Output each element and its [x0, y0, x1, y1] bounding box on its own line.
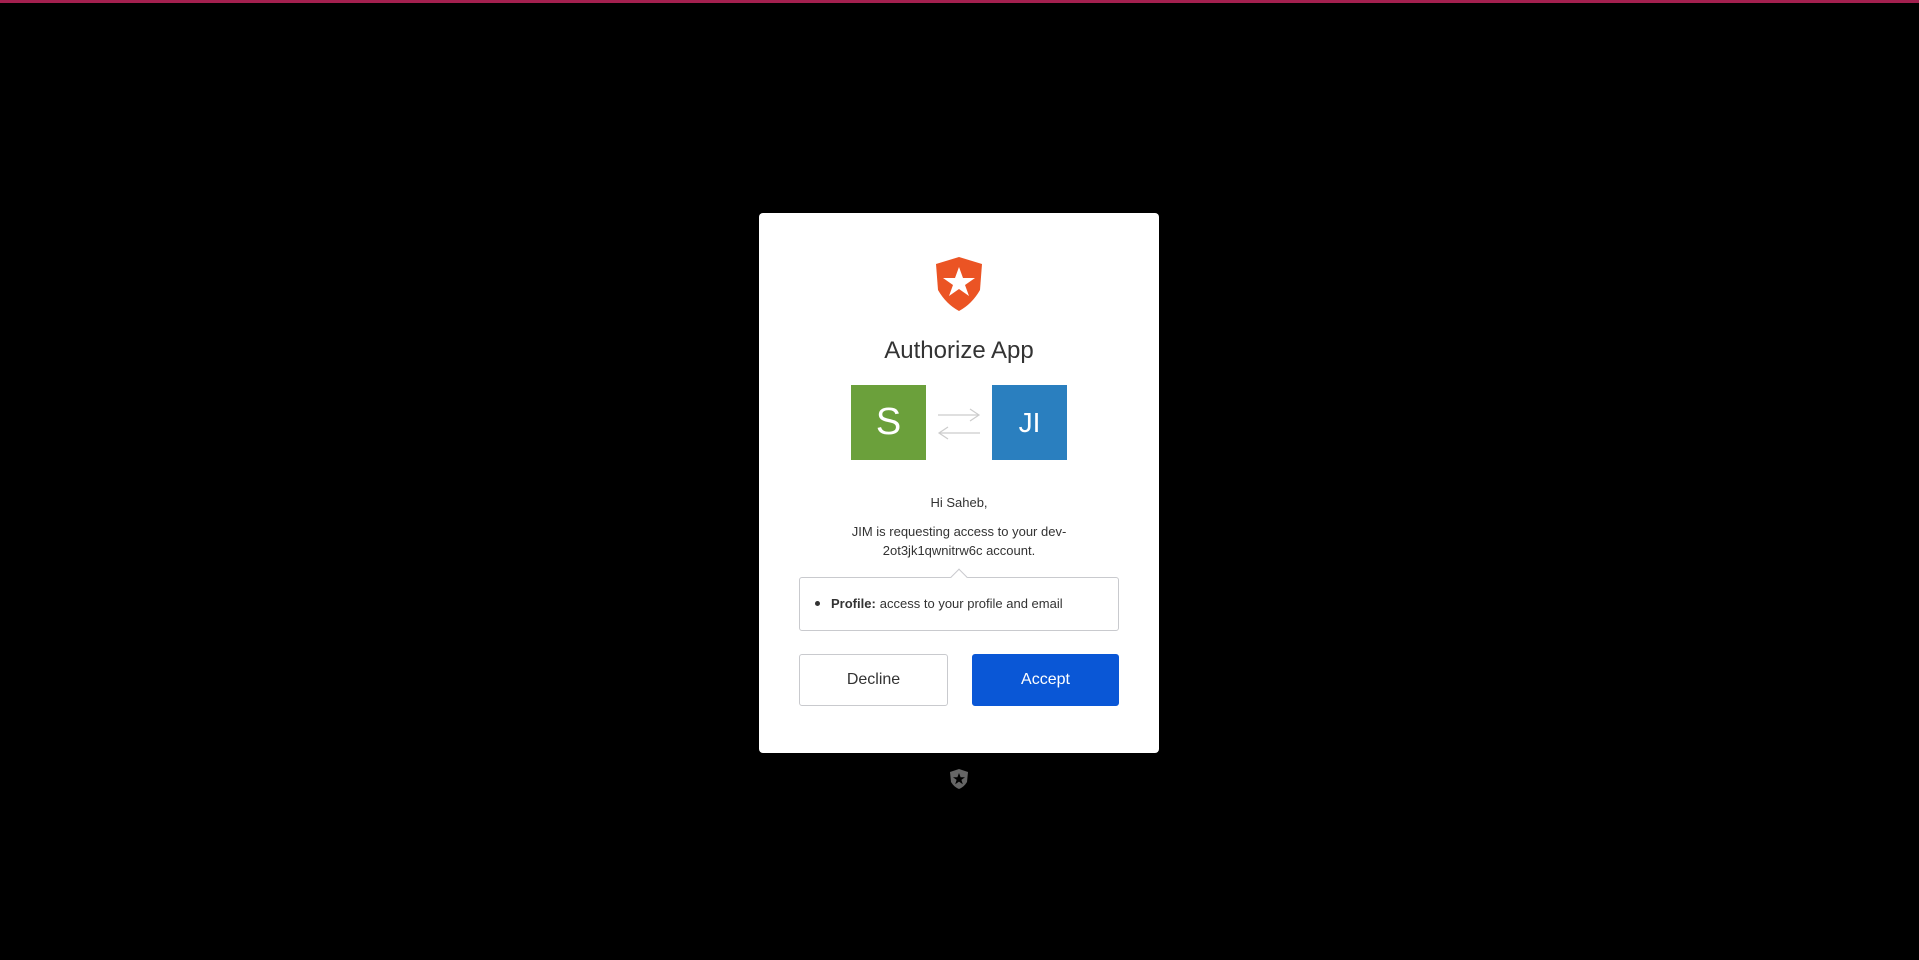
- scope-description: access to your profile and email: [879, 596, 1063, 611]
- auth0-shield-star-icon: [936, 257, 982, 311]
- top-accent-bar: [0, 0, 1919, 3]
- app-avatar: JI: [992, 385, 1067, 460]
- app-connection: S JI: [851, 385, 1067, 461]
- auth0-badge-icon: [950, 769, 968, 789]
- bullet-icon: [815, 601, 820, 606]
- request-message: JIM is requesting access to your dev-2ot…: [851, 524, 1067, 558]
- decline-button[interactable]: Decline: [799, 654, 948, 706]
- arrows-exchange-icon: [937, 408, 981, 440]
- scopes-list: Profile: access to your profile and emai…: [799, 577, 1119, 631]
- scope-name: Profile:: [831, 596, 876, 611]
- page-title: Authorize App: [884, 337, 1034, 364]
- user-avatar: S: [851, 385, 926, 460]
- scope-item: Profile: access to your profile and emai…: [815, 596, 1063, 611]
- authorize-dialog: Authorize App S JI Hi Saheb, JIM is requ…: [759, 213, 1159, 753]
- greeting-text: Hi Saheb,: [930, 495, 988, 510]
- accept-button[interactable]: Accept: [972, 654, 1119, 706]
